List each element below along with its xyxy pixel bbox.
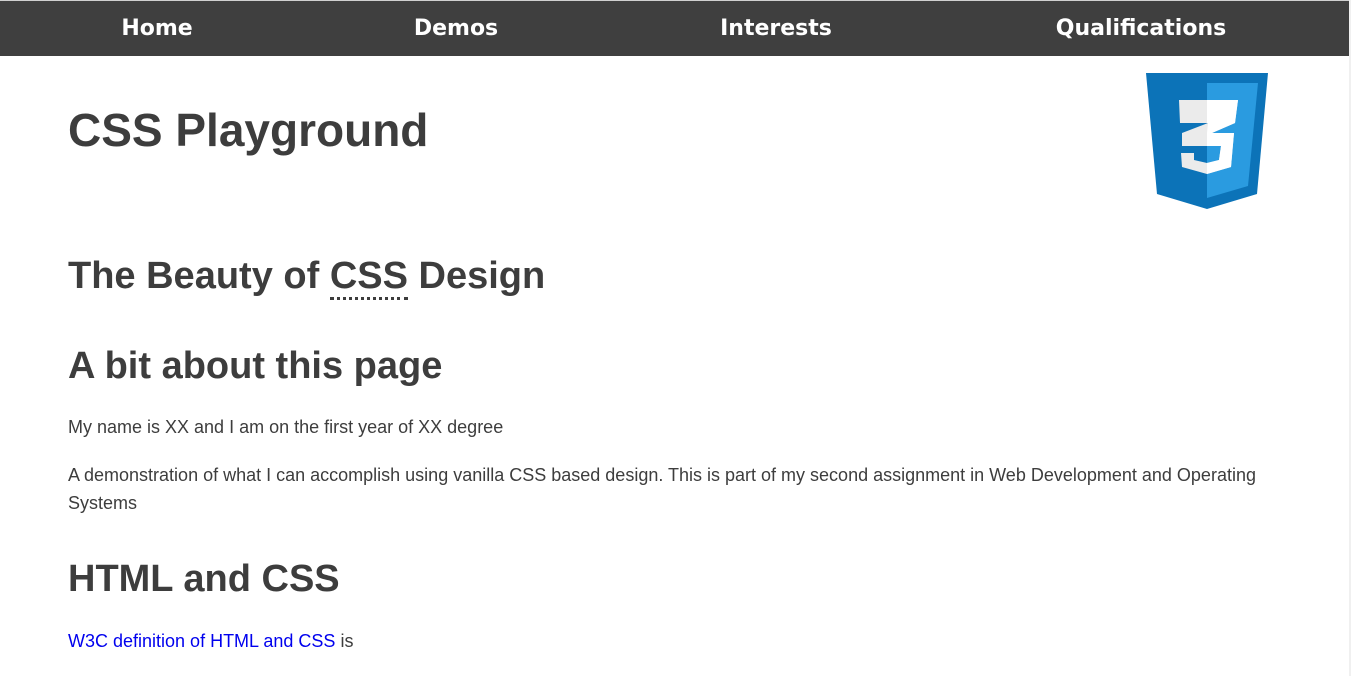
html-css-paragraph: W3C definition of HTML and CSS is (68, 627, 1268, 655)
w3c-definition-link[interactable]: W3C definition of HTML and CSS (68, 631, 335, 651)
section-heading-html-css: HTML and CSS (68, 558, 340, 600)
page-title: CSS Playground (68, 104, 429, 156)
css-abbreviation: CSS (329, 255, 408, 300)
page: Home Demos Interests Qualifications CSS … (0, 0, 1351, 676)
nav-link-interests[interactable]: Interests (720, 15, 832, 43)
top-navigation-bar: Home Demos Interests Qualifications (0, 0, 1349, 56)
heading-text-prefix: The Beauty of (68, 255, 330, 297)
trailing-text: is (335, 631, 354, 651)
about-paragraph-description: A demonstration of what I can accomplish… (68, 465, 1256, 513)
css3-logo-icon (1146, 73, 1268, 209)
heading-text-suffix: Design (407, 255, 546, 297)
section-heading-about: A bit about this page (68, 345, 443, 387)
nav-link-qualifications[interactable]: Qualifications (1056, 15, 1226, 43)
nav-link-demos[interactable]: Demos (414, 15, 498, 43)
nav-link-home[interactable]: Home (121, 15, 192, 43)
about-paragraph-name: My name is XX and I am on the first year… (68, 417, 504, 437)
section-heading-beauty: The Beauty of CSS Design (68, 254, 546, 300)
